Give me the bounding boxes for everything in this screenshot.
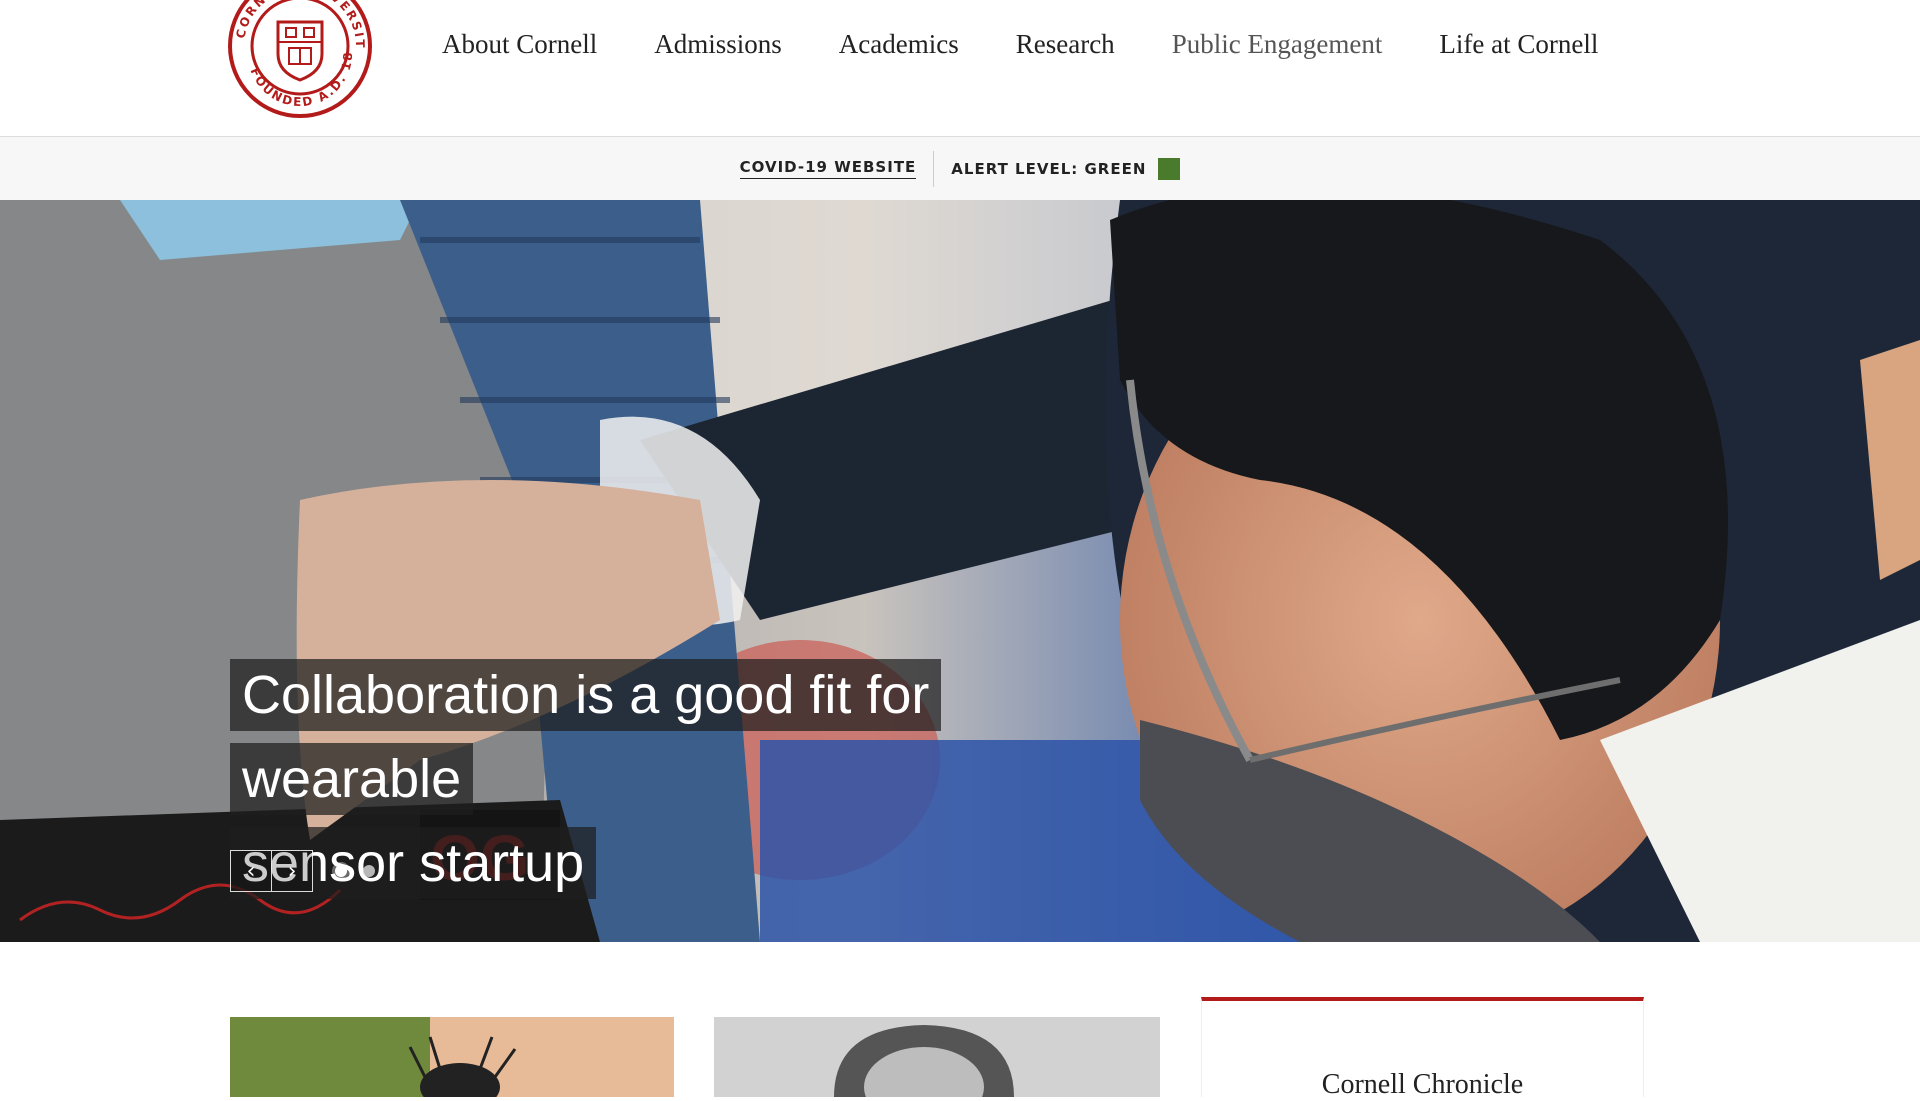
hero-caption-line-1[interactable]: Collaboration is a good fit for wearable xyxy=(230,659,942,815)
chevron-right-icon: › xyxy=(287,858,297,884)
news-card-image-2[interactable] xyxy=(714,1017,1160,1097)
nav-admissions[interactable]: Admissions xyxy=(654,29,782,60)
chronicle-title[interactable]: Cornell Chronicle xyxy=(1202,1069,1643,1101)
carousel-controls: ‹ › xyxy=(230,850,375,892)
news-card-image-1[interactable] xyxy=(230,1017,674,1097)
site-header: CORNELL UNIVERSITY FOUNDED A.D. 1865 Abo… xyxy=(0,0,1920,137)
nav-academics[interactable]: Academics xyxy=(839,29,959,60)
alert-level-swatch xyxy=(1158,157,1181,180)
nav-life-at-cornell[interactable]: Life at Cornell xyxy=(1439,29,1598,60)
carousel-next-button[interactable]: › xyxy=(272,850,313,892)
carousel-dot-2[interactable] xyxy=(363,865,375,877)
alert-divider xyxy=(933,150,935,187)
carousel-dot-1[interactable] xyxy=(335,865,347,877)
covid-website-link[interactable]: COVID-19 WEBSITE xyxy=(739,158,917,179)
insect-photo xyxy=(230,1017,674,1097)
chevron-left-icon: ‹ xyxy=(246,858,256,884)
cornell-chronicle-panel: Cornell Chronicle xyxy=(1201,997,1644,1100)
portrait-photo xyxy=(714,1017,1160,1097)
nav-public-engagement[interactable]: Public Engagement xyxy=(1172,29,1383,60)
carousel-prev-button[interactable]: ‹ xyxy=(230,850,272,892)
main-nav: About Cornell Admissions Academics Resea… xyxy=(442,22,1598,66)
hero-carousel: OG Collaboration is a good fit for weara… xyxy=(0,200,1920,942)
alert-level-label: ALERT LEVEL: GREEN xyxy=(951,159,1147,178)
cornell-seal-logo[interactable]: CORNELL UNIVERSITY FOUNDED A.D. 1865 xyxy=(226,0,374,120)
nav-about-cornell[interactable]: About Cornell xyxy=(442,29,597,60)
covid-alert-bar: COVID-19 WEBSITE ALERT LEVEL: GREEN xyxy=(0,137,1920,200)
nav-research[interactable]: Research xyxy=(1016,29,1115,60)
